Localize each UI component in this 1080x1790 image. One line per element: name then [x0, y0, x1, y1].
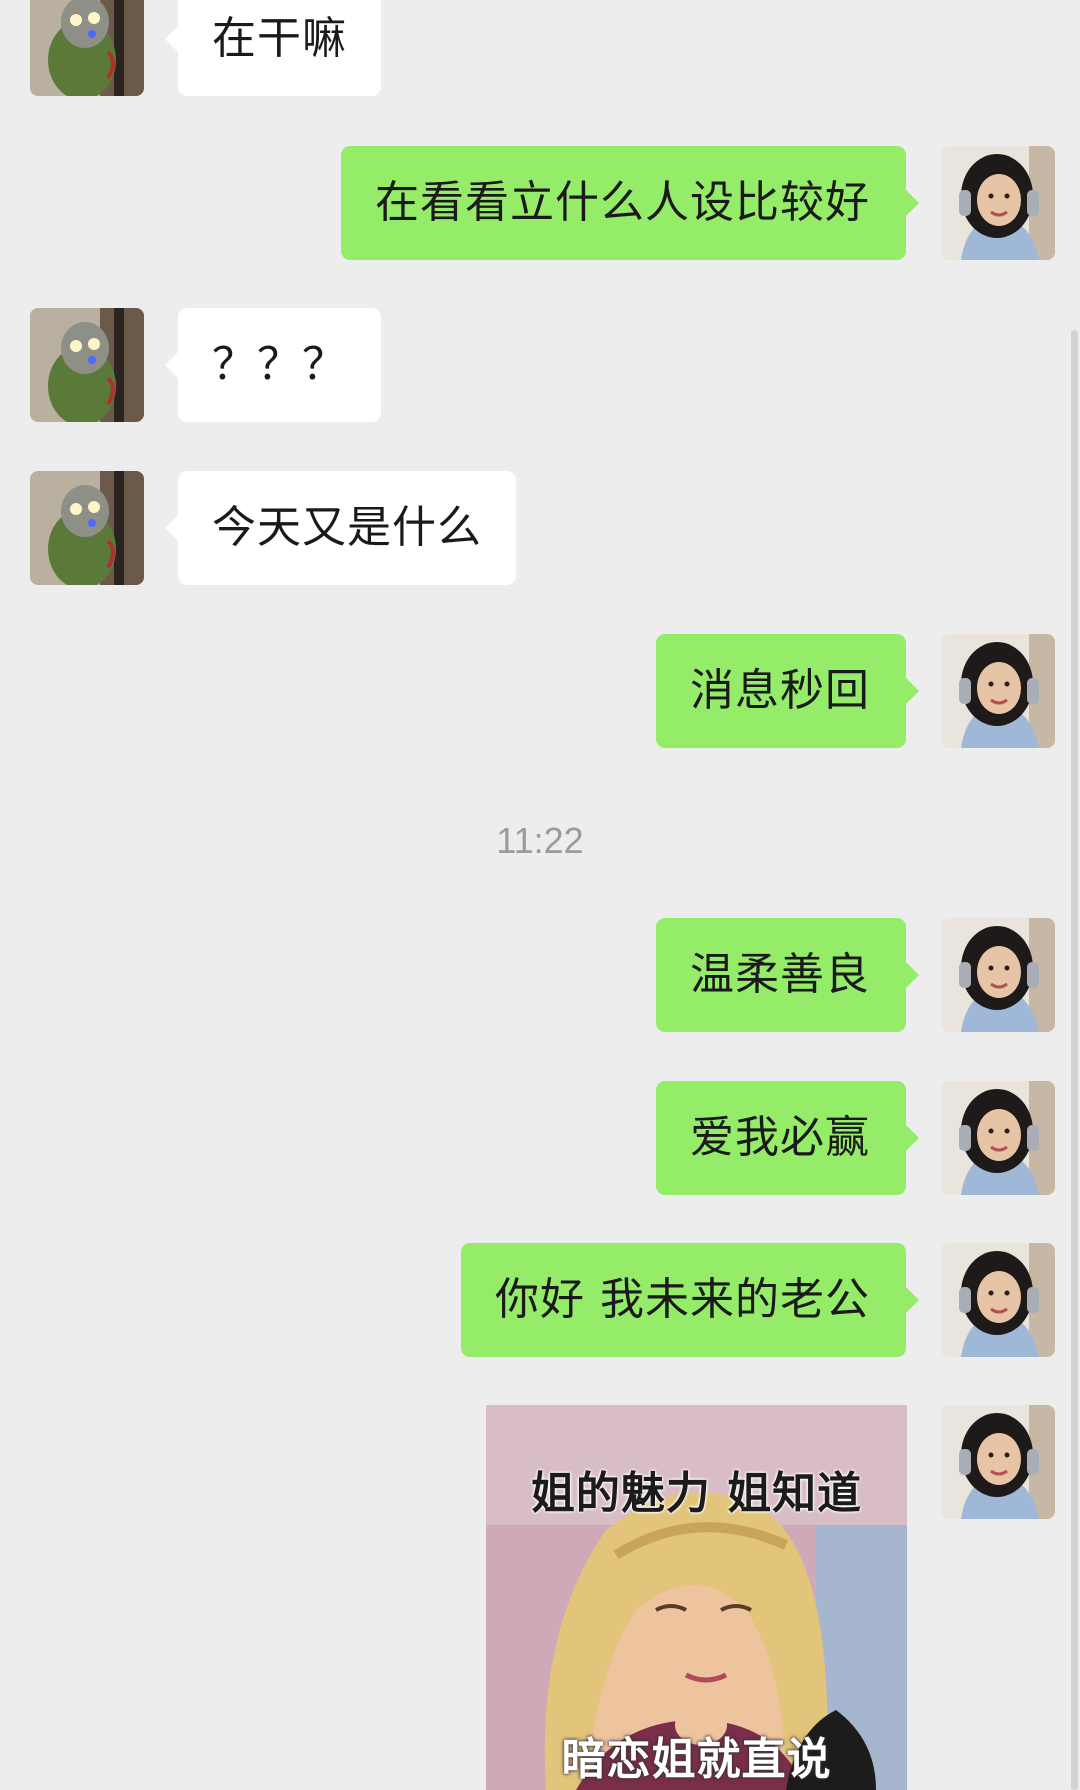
message-text: 温柔善良	[690, 949, 870, 1000]
sticker-message[interactable]: 姐的魅力 姐知道 暗恋姐就直说	[486, 1405, 907, 1790]
contact-avatar[interactable]	[30, 471, 144, 585]
message-text: 今天又是什么	[212, 502, 482, 553]
message-bubble-incoming[interactable]: 今天又是什么	[165, 471, 516, 585]
message-bubble-outgoing[interactable]: 消息秒回	[656, 634, 919, 748]
message-bubble-incoming[interactable]: 在干嘛	[165, 0, 381, 96]
sticker-caption-top: 姐的魅力 姐知道	[530, 1468, 863, 1519]
message-bubble-outgoing[interactable]: 在看看立什么人设比较好	[341, 146, 919, 260]
chat-window[interactable]: 在干嘛 在看看立什么人设比较好 ？？？ 今天又是什么 消息秒回 11:22 温柔…	[0, 0, 1080, 1790]
message-bubble-outgoing[interactable]: 温柔善良	[656, 918, 919, 1032]
my-avatar[interactable]	[941, 146, 1055, 260]
my-avatar[interactable]	[941, 1405, 1055, 1519]
sticker-caption-bottom: 暗恋姐就直说	[561, 1734, 832, 1785]
contact-avatar[interactable]	[30, 0, 144, 96]
message-bubble-outgoing[interactable]: 爱我必赢	[656, 1081, 919, 1195]
my-avatar[interactable]	[941, 1081, 1055, 1195]
message-bubble-incoming[interactable]: ？？？	[165, 308, 381, 422]
message-text: 在看看立什么人设比较好	[375, 177, 870, 228]
message-text: 在干嘛	[212, 13, 347, 64]
scrollbar[interactable]	[1071, 330, 1078, 1790]
message-bubble-outgoing[interactable]: 你好 我未来的老公	[461, 1243, 919, 1357]
message-text: ？？？	[212, 339, 347, 390]
my-avatar[interactable]	[941, 1243, 1055, 1357]
my-avatar[interactable]	[941, 634, 1055, 748]
my-avatar[interactable]	[941, 918, 1055, 1032]
message-text: 爱我必赢	[690, 1112, 870, 1163]
contact-avatar[interactable]	[30, 308, 144, 422]
timestamp: 11:22	[496, 820, 584, 861]
message-text: 消息秒回	[690, 665, 870, 716]
message-text: 你好 我未来的老公	[495, 1274, 870, 1325]
